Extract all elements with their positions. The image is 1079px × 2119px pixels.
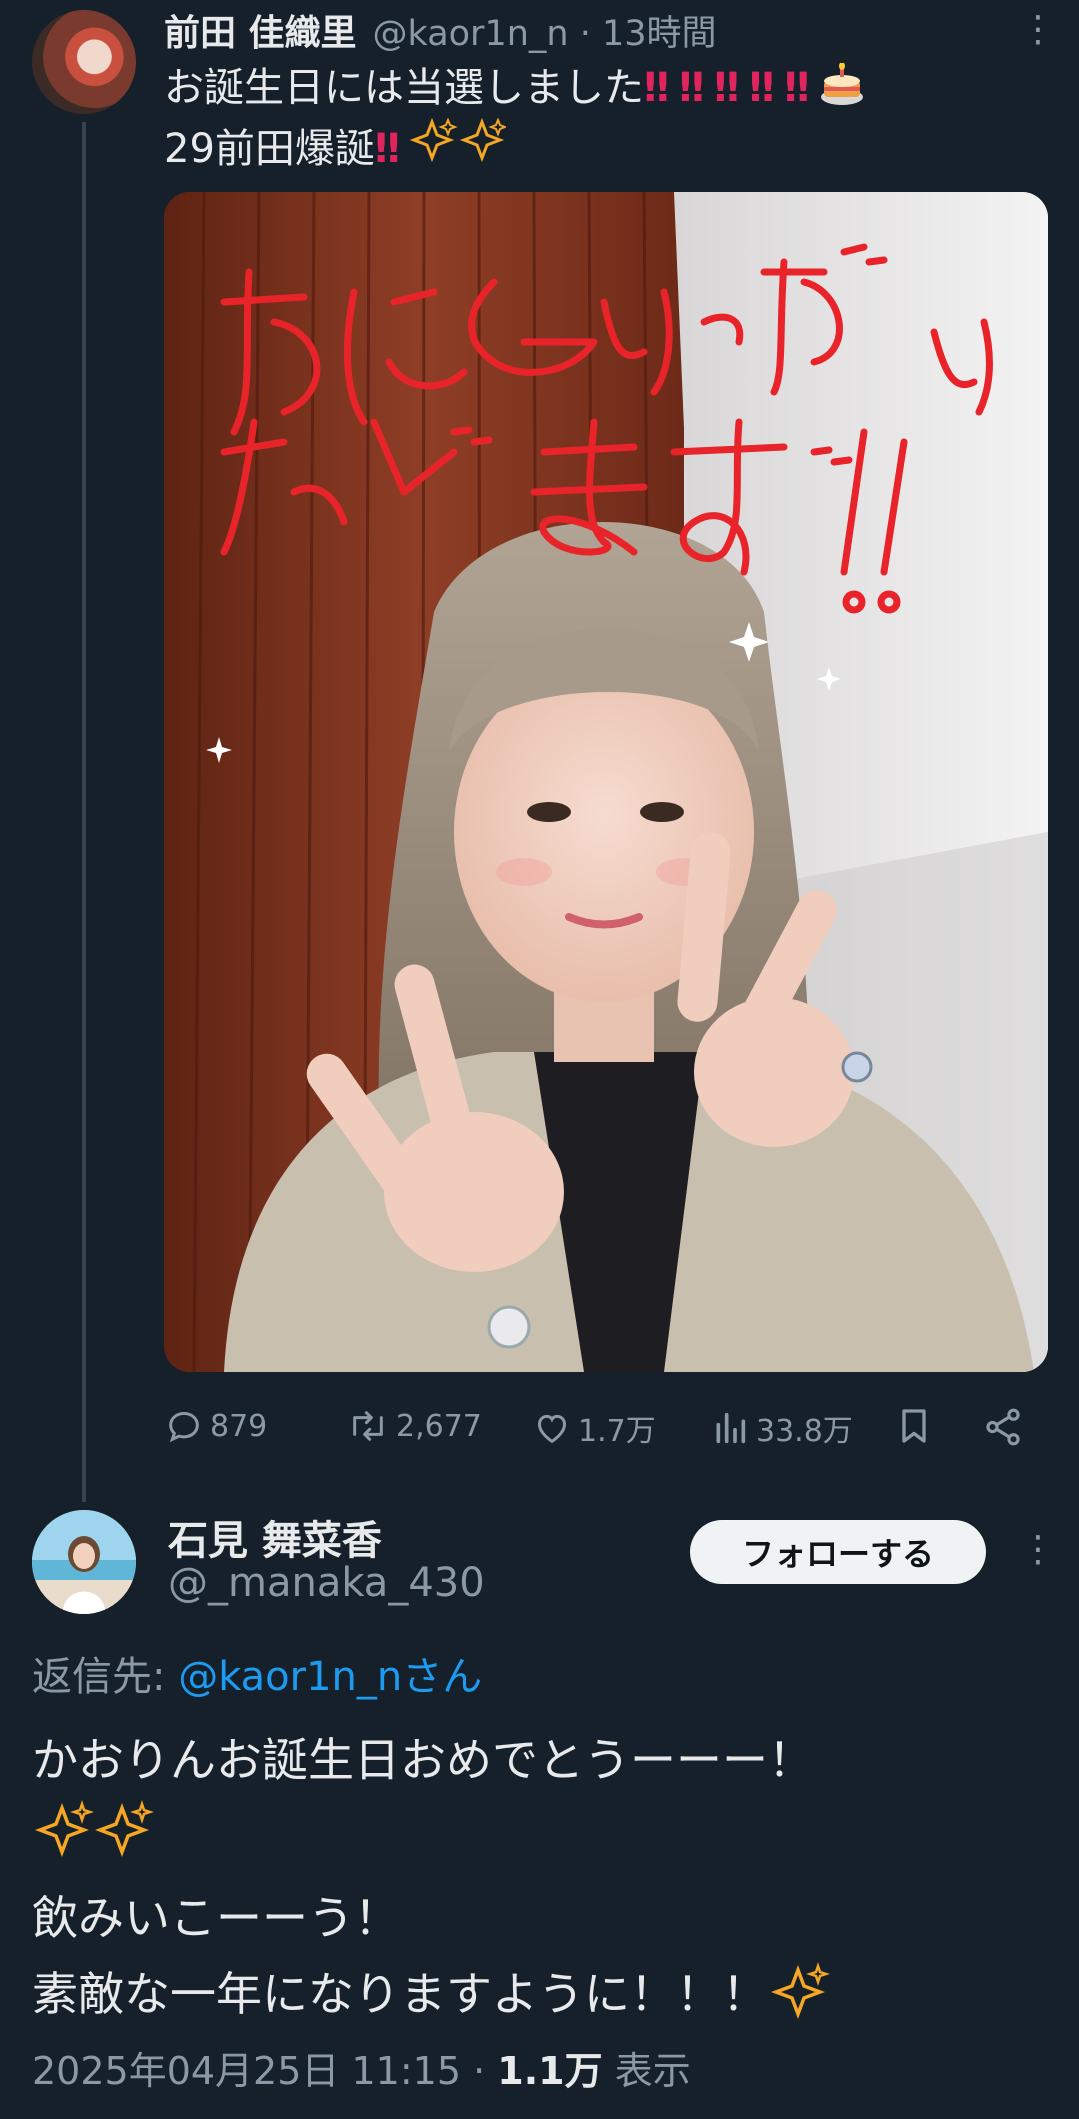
avatar-image bbox=[32, 1510, 136, 1614]
sparkles-icon bbox=[32, 1798, 832, 1880]
reply-icon bbox=[169, 1411, 199, 1443]
avatar[interactable] bbox=[32, 10, 136, 114]
share-icon bbox=[986, 1408, 1020, 1446]
tweet-time[interactable]: 13時間 bbox=[602, 14, 717, 54]
reply-count: 879 bbox=[210, 1408, 268, 1444]
photo-illustration bbox=[164, 192, 1048, 1372]
bookmark-icon bbox=[902, 1409, 926, 1443]
tweet-text: お誕生日には当選しました‼ ‼ ‼ ‼ ‼ 29前田爆誕‼ bbox=[164, 58, 865, 179]
thread-line bbox=[82, 122, 86, 1502]
reply-text: かおりんお誕生日おめでとうーーー！ 飲みいこーーう！ 素敵な一年になりますように… bbox=[32, 1722, 832, 2032]
tweet-text-line-1: お誕生日には当選しました‼ ‼ ‼ ‼ ‼ bbox=[164, 58, 865, 118]
like-icon bbox=[537, 1414, 567, 1444]
tweet-text-content: 29前田爆誕 bbox=[164, 126, 375, 172]
separator-dot: · bbox=[579, 13, 591, 54]
double-exclamation-icon: ‼ bbox=[374, 126, 400, 172]
double-exclamation-icon: ‼ bbox=[644, 65, 669, 111]
views-count: 33.8万 bbox=[756, 1414, 853, 1449]
reply-to-mention-link[interactable]: @kaor1n_nさん bbox=[178, 1654, 482, 1700]
follow-button[interactable]: フォローする bbox=[690, 1520, 986, 1584]
views-button[interactable]: 33.8万 bbox=[710, 1406, 853, 1450]
like-count: 1.7万 bbox=[578, 1414, 656, 1449]
cake-icon bbox=[819, 62, 865, 105]
reply-author-display-name[interactable]: 石見 舞菜香 bbox=[168, 1508, 382, 1566]
sparkles-icon bbox=[409, 117, 508, 172]
reply-button[interactable]: 879 bbox=[164, 1406, 267, 1446]
double-exclamation-icon: ‼ bbox=[749, 65, 774, 111]
author-handle-time: @kaor1n_n · 13時間 bbox=[373, 5, 717, 56]
timeline: 前田 佳織里 @kaor1n_n · 13時間 ⋮ お誕生日には当選しました‼ ‼… bbox=[0, 0, 1079, 2119]
reply-to-prefix: 返信先: bbox=[32, 1654, 179, 1700]
tweet-header: 前田 佳織里 @kaor1n_n · 13時間 bbox=[164, 8, 717, 54]
more-icon[interactable]: ⋮ bbox=[1020, 1530, 1056, 1570]
reply-text-line: かおりんお誕生日おめでとうーーー！ bbox=[32, 1733, 814, 1787]
more-icon[interactable]: ⋮ bbox=[1020, 10, 1056, 50]
author-display-name[interactable]: 前田 佳織里 bbox=[164, 4, 357, 56]
bookmark-button[interactable] bbox=[894, 1406, 940, 1446]
reply-text-line: 飲みいこーーう！ bbox=[32, 1891, 400, 1945]
retweet-count: 2,677 bbox=[396, 1408, 482, 1444]
double-exclamation-icon: ‼ bbox=[714, 65, 739, 111]
retweet-icon bbox=[353, 1411, 383, 1441]
reply-author-handle[interactable]: @_manaka_430 bbox=[168, 1560, 485, 1606]
views-count: 1.1万 bbox=[497, 2049, 603, 2093]
reply-to-line: 返信先: @kaor1n_nさん bbox=[32, 1644, 482, 1702]
share-button[interactable] bbox=[982, 1406, 1030, 1448]
reply-text-line: 素敵な一年になりますように！！！ bbox=[32, 1967, 768, 2021]
tweet-text-content: お誕生日には当選しました bbox=[164, 65, 644, 111]
author-handle[interactable]: @kaor1n_n bbox=[373, 14, 569, 54]
double-exclamation-icon: ‼ bbox=[784, 65, 809, 111]
retweet-button[interactable]: 2,677 bbox=[346, 1406, 482, 1446]
views-icon bbox=[716, 1412, 746, 1444]
tweet-text-line-2: 29前田爆誕‼ bbox=[164, 117, 865, 179]
double-exclamation-icon: ‼ bbox=[679, 65, 704, 111]
action-bar: 879 2,677 1.7万 33.8万 bbox=[164, 1400, 1048, 1460]
tweet-photo[interactable] bbox=[164, 192, 1048, 1372]
views-label: 表示 bbox=[614, 2049, 691, 2093]
like-button[interactable]: 1.7万 bbox=[532, 1406, 656, 1450]
separator-dot: · bbox=[473, 2049, 486, 2093]
tweet-timestamp[interactable]: 2025年04月25日 11:15 bbox=[32, 2049, 461, 2093]
tweet-meta: 2025年04月25日 11:15 · 1.1万 表示 bbox=[32, 2040, 691, 2095]
avatar[interactable] bbox=[32, 1510, 136, 1614]
sparkles-icon bbox=[768, 1962, 832, 2021]
reply-text-line-3: 素敵な一年になりますように！！！ bbox=[32, 1956, 832, 2032]
